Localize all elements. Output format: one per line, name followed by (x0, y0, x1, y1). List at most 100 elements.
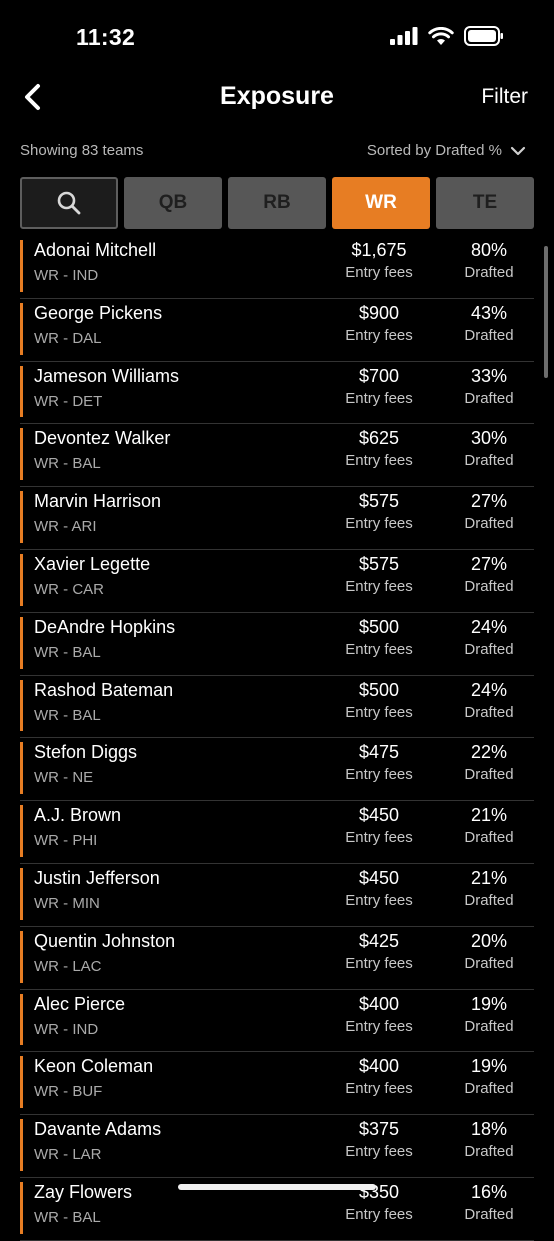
entry-fee-value: $475 (358, 742, 400, 763)
drafted-percent-value: 30% (470, 428, 508, 449)
player-position-team: WR - CAR (34, 580, 104, 598)
player-row[interactable]: Marvin Harrison WR - ARI $575 Entry fees 27%… (20, 487, 534, 550)
entry-fee-value: $400 (358, 1056, 400, 1077)
tab-rb[interactable]: RB (228, 177, 326, 229)
player-name: Devontez Walker (34, 428, 171, 449)
drafted-label: Drafted (464, 326, 514, 344)
sort-selector[interactable]: Sorted by Drafted % (367, 142, 526, 159)
player-position-team: WR - BAL (34, 706, 101, 724)
tab-te[interactable]: TE (436, 177, 534, 229)
home-indicator[interactable] (178, 1184, 376, 1190)
player-row[interactable]: Quentin Johnston WR - LAC $425 Entry fees 20… (20, 927, 534, 990)
entry-fee-value: $625 (358, 428, 400, 449)
player-position-team: WR - BUF (34, 1083, 103, 1101)
tab-qb[interactable]: QB (124, 177, 222, 229)
entry-fee-label: Entry fees (345, 515, 413, 533)
filter-button[interactable]: Filter (481, 85, 528, 109)
status-time: 11:32 (76, 24, 136, 50)
drafted-percent-value: 24% (470, 679, 508, 700)
search-icon (57, 191, 81, 215)
status-icons (390, 26, 504, 46)
page-title: Exposure (220, 82, 334, 110)
player-position-team: WR - LAC (34, 957, 102, 975)
drafted-label: Drafted (464, 264, 514, 281)
drafted-percent-value: 27% (470, 553, 508, 574)
team-count: Showing 83 teams (20, 142, 144, 159)
player-position-team: WR - ARI (34, 518, 97, 536)
drafted-label: Drafted (464, 389, 514, 407)
drafted-label: Drafted (464, 766, 514, 784)
player-row[interactable]: Jameson Williams WR - DET $700 Entry fees 33… (20, 362, 534, 425)
entry-fee-value: $500 (358, 679, 400, 700)
cellular-signal-icon (390, 27, 418, 45)
player-name: Stefon Diggs (34, 742, 138, 763)
entry-fee-label: Entry fees (345, 1080, 413, 1098)
player-row[interactable]: Rashod Bateman WR - BAL $500 Entry fees 24% D… (20, 676, 534, 739)
drafted-label: Drafted (464, 452, 514, 470)
player-row[interactable]: Xavier Legette WR - CAR $575 Entry fees 27% D… (20, 550, 534, 613)
entry-fee-label: Entry fees (345, 389, 413, 407)
drafted-percent-value: 22% (470, 742, 508, 763)
player-name: Jameson Williams (34, 365, 180, 386)
player-row[interactable]: Stefon Diggs WR - NE $475 Entry fees 22% Draf… (20, 738, 534, 802)
player-name: Rashod Bateman (34, 679, 174, 700)
player-row[interactable]: Keon Coleman WR - BUF $400 Entry fees 19% Dra… (20, 1052, 534, 1116)
player-row[interactable]: Alec Pierce WR - IND $400 Entry fees 19% Draf… (20, 990, 534, 1053)
status-bar: 11:32 (0, 0, 554, 72)
player-name: Justin Jefferson (34, 867, 160, 888)
player-row[interactable]: George Pickens WR - DAL $900 Entry fees 43% D… (20, 299, 534, 362)
player-position-team: WR - IND (34, 1020, 99, 1038)
nav-bar: Exposure Filter (0, 72, 554, 124)
entry-fee-value: $450 (358, 867, 400, 888)
drafted-percent-value: 27% (470, 491, 508, 512)
battery-icon (464, 26, 503, 46)
entry-fee-value: $900 (358, 302, 400, 323)
drafted-percent-value: 19% (470, 1056, 508, 1077)
player-position-team: WR - IND (34, 267, 99, 284)
drafted-percent-value: 43% (470, 302, 508, 323)
drafted-percent-value: 21% (470, 867, 508, 888)
search-button[interactable] (20, 177, 118, 229)
player-row[interactable]: Devontez Walker WR - BAL $625 Entry fees 30%… (20, 424, 534, 488)
drafted-percent-value: 33% (470, 365, 508, 386)
player-name: Keon Coleman (34, 1056, 154, 1077)
player-row[interactable]: Adonai Mitchell WR - IND $1,675 Entry fees 8… (20, 236, 534, 299)
drafted-label: Drafted (464, 891, 514, 909)
player-row[interactable]: Justin Jefferson WR - MIN $450 Entry fees 21… (20, 864, 534, 927)
entry-fee-label: Entry fees (345, 1143, 413, 1161)
entry-fee-label: Entry fees (345, 891, 413, 909)
entry-fee-label: Entry fees (345, 264, 413, 281)
player-position-team: WR - DET (34, 392, 103, 410)
entry-fee-label: Entry fees (345, 326, 413, 344)
player-position-team: WR - LAR (34, 1146, 102, 1164)
player-name: Adonai Mitchell (34, 240, 157, 260)
chevron-down-icon (510, 146, 526, 155)
drafted-label: Drafted (464, 703, 514, 721)
entry-fee-value: $575 (358, 553, 400, 574)
player-list: Adonai Mitchell WR - IND $1,675 Entry fees 8… (20, 236, 534, 1241)
player-position-team: WR - DAL (34, 329, 102, 347)
player-position-team: WR - PHI (34, 832, 98, 850)
drafted-percent-value: 19% (470, 993, 508, 1014)
entry-fee-label: Entry fees (345, 766, 413, 784)
player-position-team: WR - BAL (34, 455, 101, 473)
player-position-team: WR - MIN (34, 894, 100, 912)
player-name: Xavier Legette (34, 553, 151, 574)
drafted-percent-value: 21% (470, 805, 508, 826)
drafted-label: Drafted (464, 515, 514, 533)
list-meta: Showing 83 teams Sorted by Drafted % (20, 142, 526, 164)
entry-fee-label: Entry fees (345, 954, 413, 972)
entry-fee-value: $400 (358, 993, 400, 1014)
player-position-team: WR - BAL (34, 643, 101, 661)
entry-fee-label: Entry fees (345, 577, 413, 595)
scrollbar[interactable] (544, 246, 548, 378)
entry-fee-value: $375 (358, 1119, 400, 1140)
player-row[interactable]: DeAndre Hopkins WR - BAL $500 Entry fees 24%… (20, 613, 534, 676)
tab-wr[interactable]: WR (332, 177, 430, 229)
player-row[interactable]: Davante Adams WR - LAR $375 Entry fees 18% Dr… (20, 1115, 534, 1178)
entry-fee-value: $700 (358, 365, 400, 386)
player-row[interactable]: A.J. Brown WR - PHI $450 Entry fees 21% Draft… (20, 801, 534, 864)
drafted-label: Drafted (464, 1080, 514, 1098)
drafted-label: Drafted (464, 829, 514, 847)
player-name: A.J. Brown (34, 805, 122, 826)
